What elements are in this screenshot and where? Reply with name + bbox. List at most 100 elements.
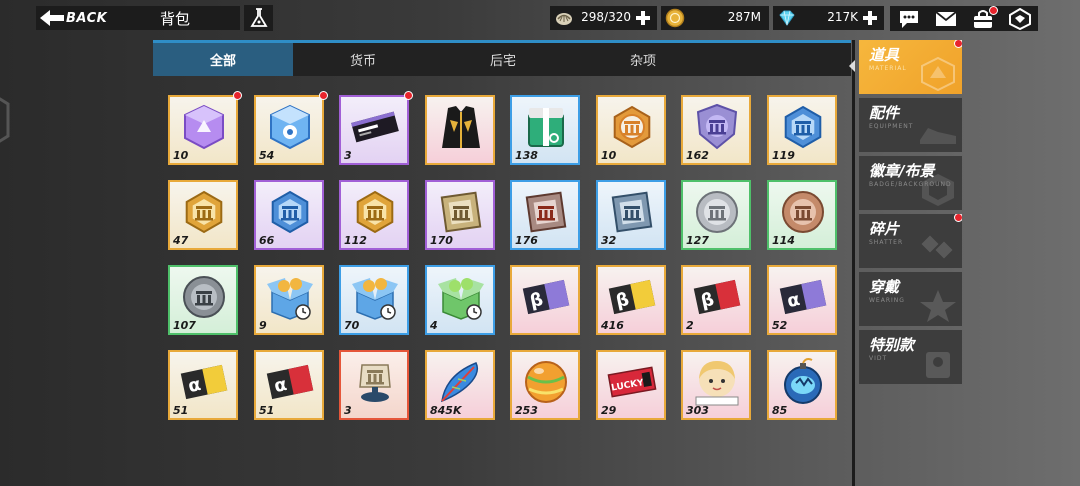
inventory-item[interactable]: 138 [510, 95, 580, 165]
inventory-item[interactable] [425, 95, 495, 165]
category-label: 道具 [869, 46, 900, 64]
inventory-item[interactable]: 162 [681, 95, 751, 165]
blue-hexagon-icon [784, 105, 822, 149]
inventory-item[interactable]: 47 [168, 180, 238, 250]
category-material[interactable]: 道具 MATERIAL [859, 40, 962, 94]
notification-dot [954, 214, 962, 222]
item-count: 10 [173, 149, 189, 162]
inventory-item[interactable]: α 51 [254, 350, 324, 420]
page-title: 背包 [160, 10, 191, 28]
inventory-item[interactable]: α 52 [767, 265, 837, 335]
side-divider [852, 40, 855, 486]
inventory-item[interactable]: 303 [681, 350, 751, 420]
item-count: 29 [601, 404, 617, 417]
category-sublabel: EQUIPMENT [869, 123, 914, 130]
gold-hexagon-icon [356, 190, 394, 234]
chat-button[interactable] [897, 8, 921, 30]
inventory-item[interactable]: 114 [767, 180, 837, 250]
inventory-item[interactable]: 32 [596, 180, 666, 250]
item-count: 3 [344, 404, 352, 417]
settings-button[interactable] [1008, 7, 1032, 30]
beta-ticket-red-icon: β [693, 279, 741, 315]
diamond-counter[interactable]: 217K [773, 6, 884, 30]
gift-bag-button[interactable] [971, 5, 998, 30]
gold-square-icon [440, 191, 482, 233]
chat-icon [899, 10, 918, 28]
notification-dot [954, 40, 962, 48]
inventory-item[interactable]: 10 [596, 95, 666, 165]
flask-icon [249, 8, 268, 27]
coin-counter: 287M [661, 6, 769, 30]
filter-button[interactable] [244, 5, 273, 31]
tab-dorm[interactable]: 后宅 [433, 43, 573, 76]
plus-icon[interactable] [861, 9, 879, 27]
inventory-item[interactable]: LUCKY 29 [596, 350, 666, 420]
item-count: 66 [259, 234, 275, 247]
inventory-item[interactable]: 9 [254, 265, 324, 335]
purple-shield-icon [696, 103, 738, 150]
item-count: 9 [259, 319, 267, 332]
inventory-item[interactable]: 127 [681, 180, 751, 250]
time-box-green-icon [438, 278, 484, 320]
black-ticket-icon [351, 111, 399, 143]
inventory-item[interactable]: β2 [681, 265, 751, 335]
collapse-arrow-icon[interactable] [849, 60, 855, 72]
category-shoe[interactable]: 配件 EQUIPMENT [859, 98, 962, 152]
item-count: 170 [430, 234, 453, 247]
orange-ball-icon [525, 361, 567, 403]
inventory-item[interactable]: 170 [425, 180, 495, 250]
tab-misc[interactable]: 杂项 [573, 43, 713, 76]
inventory-item[interactable]: 107 [168, 265, 238, 335]
inventory-item[interactable]: β [510, 265, 580, 335]
top-icon-bar [890, 5, 1038, 31]
inventory-item[interactable]: 4 [425, 265, 495, 335]
inventory-item[interactable]: β 416 [596, 265, 666, 335]
item-count: 127 [686, 234, 709, 247]
notification-dot [319, 91, 328, 100]
item-count: 162 [686, 149, 709, 162]
feather-icon [441, 362, 479, 403]
inventory-item[interactable]: 85 [767, 350, 837, 420]
diamond-icon [779, 10, 795, 26]
item-count: 416 [601, 319, 624, 332]
category-puzzle[interactable]: 碎片 SHATTER [859, 214, 962, 268]
green-box-icon [528, 108, 564, 147]
category-sublabel: MATERIAL [869, 65, 907, 72]
inventory-item[interactable]: 54 [254, 91, 328, 165]
stamina-counter[interactable]: 298/320 [550, 6, 657, 30]
inventory-item[interactable]: 70 [339, 265, 409, 335]
item-count: 52 [772, 319, 788, 332]
gold-medal-icon [613, 105, 651, 149]
mail-button[interactable] [934, 8, 958, 30]
tab-currency[interactable]: 货币 [293, 43, 433, 76]
inventory-item[interactable]: 10 [168, 91, 242, 165]
inventory-item[interactable]: 176 [510, 180, 580, 250]
item-count: 3 [344, 149, 352, 162]
inventory-item[interactable]: 112 [339, 180, 409, 250]
item-count: 10 [601, 149, 617, 162]
mail-icon [934, 10, 957, 26]
item-count: 51 [259, 404, 275, 417]
category-sublabel: BADGE/BACKGROUND [869, 181, 952, 188]
inventory-item[interactable]: α 51 [168, 350, 238, 420]
category-special[interactable]: 特别款 VIDT [859, 330, 962, 384]
back-button[interactable]: BACK [36, 6, 240, 30]
inventory-item[interactable]: 3 [339, 91, 413, 165]
coin-icon [665, 8, 685, 28]
inventory-item[interactable]: 253 [510, 350, 580, 420]
plus-icon[interactable] [634, 9, 652, 27]
category-star[interactable]: 穿戴 WEARING [859, 272, 962, 326]
category-label: 配件 [869, 104, 900, 122]
tab-all[interactable]: 全部 [153, 43, 293, 76]
category-sublabel: VIDT [869, 355, 888, 362]
notification-dot [233, 91, 242, 100]
category-badge[interactable]: 徽章/布景 BADGE/BACKGROUND [859, 156, 962, 210]
notification-dot [988, 5, 998, 15]
inventory-item[interactable]: 119 [767, 95, 837, 165]
inventory-item[interactable]: 3 [339, 350, 409, 420]
inventory-item[interactable]: 66 [254, 180, 324, 250]
item-count: 2 [686, 319, 694, 332]
category-label: 徽章/布景 [869, 162, 935, 180]
category-label: 特别款 [869, 336, 915, 354]
inventory-item[interactable]: 845K [425, 350, 495, 420]
